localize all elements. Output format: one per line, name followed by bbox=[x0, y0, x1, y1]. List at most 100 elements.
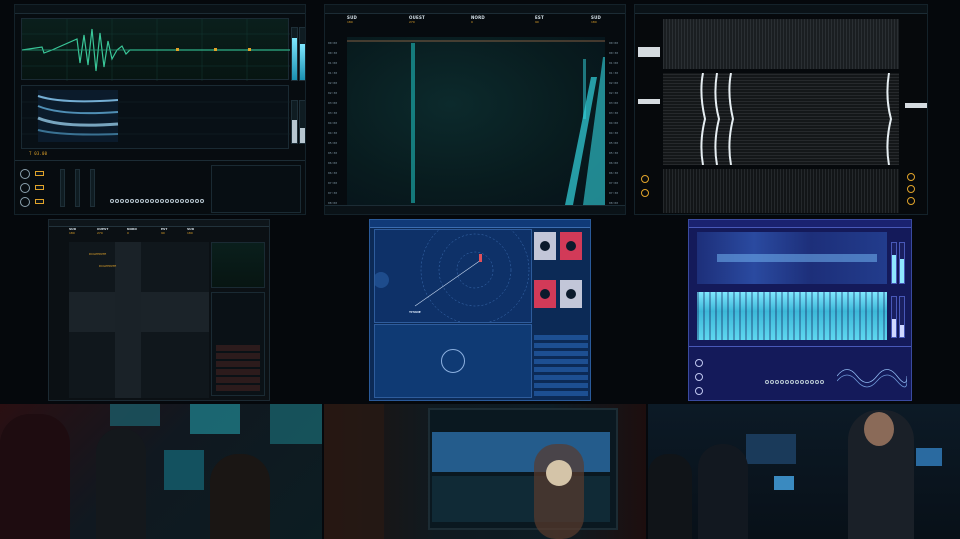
spectrum-controls bbox=[689, 346, 911, 400]
waterfall-display bbox=[347, 37, 605, 205]
time-label: 06:00 bbox=[609, 161, 619, 165]
fader-3[interactable] bbox=[90, 169, 95, 207]
wave-preview bbox=[837, 369, 907, 388]
rotary-knob-2[interactable] bbox=[20, 183, 30, 193]
time-label: 01:30 bbox=[328, 71, 338, 75]
bearing-label-est: EST 90 bbox=[161, 227, 168, 235]
track-tag-1[interactable]: DOLPHINTE bbox=[89, 252, 106, 256]
time-label: 02:30 bbox=[609, 91, 619, 95]
audio-waveform-plot bbox=[22, 19, 290, 81]
time-label: 04:30 bbox=[328, 131, 338, 135]
spectrum-top bbox=[697, 232, 887, 284]
gain-slider-1[interactable] bbox=[891, 296, 897, 338]
bearing-label-ouest: OUEST 270 bbox=[409, 15, 425, 24]
waterfall-screen: SUD 180 OUEST 270 NORD 0 EST 90 SUD 180 00:00… bbox=[324, 4, 626, 215]
top-toolbar bbox=[635, 5, 927, 14]
gain-slider-2[interactable] bbox=[899, 296, 905, 338]
time-label: 05:30 bbox=[609, 151, 619, 155]
scale-label: T 03.00 bbox=[29, 151, 48, 156]
bearing-header: SUD 180 OUEST 270 NORD 0 EST 90 SUD 180 bbox=[347, 15, 603, 31]
rotary-knob-5[interactable] bbox=[641, 189, 649, 197]
bearing-label-nord: NORD 0 bbox=[471, 15, 485, 24]
bearing-label-sud: SUD 180 bbox=[69, 227, 77, 235]
bottom-toolbar bbox=[325, 205, 625, 214]
photo-crew-1 bbox=[0, 404, 322, 539]
status-tile-4[interactable] bbox=[560, 280, 582, 308]
legend-right bbox=[905, 103, 927, 108]
rotary-knob-3[interactable] bbox=[20, 197, 30, 207]
time-label: 01:00 bbox=[609, 61, 619, 65]
time-axis-right: 00:00 00:30 01:00 01:30 02:00 02:30 03:0… bbox=[609, 41, 625, 205]
tactical-screen: TITANE bbox=[369, 219, 591, 401]
target-label: TITANE bbox=[409, 310, 421, 314]
toggle-button-2[interactable] bbox=[35, 185, 44, 190]
noise-panel-middle bbox=[663, 73, 899, 165]
rotary-knob-1[interactable] bbox=[907, 173, 915, 181]
bearing-label-sud: SUD 180 bbox=[347, 15, 358, 24]
bearing-label-est: EST 90 bbox=[535, 15, 544, 24]
spectrogram-plot bbox=[22, 90, 290, 142]
noise-panel-top bbox=[663, 19, 899, 69]
legend-left-2 bbox=[638, 99, 660, 104]
gain-slider-1[interactable] bbox=[291, 100, 298, 144]
bearing-grid: DOLPHINTE DOLPHINTE bbox=[69, 242, 209, 398]
compass-panel bbox=[374, 324, 532, 398]
mini-waveform-panel bbox=[211, 242, 265, 288]
time-label: 01:00 bbox=[328, 61, 338, 65]
rotary-knob-3[interactable] bbox=[695, 387, 703, 395]
time-label: 03:30 bbox=[328, 111, 338, 115]
level-meter-left bbox=[291, 27, 298, 81]
noise-screen bbox=[634, 4, 928, 215]
rotary-knob-4[interactable] bbox=[641, 175, 649, 183]
radar-display: TITANE bbox=[374, 229, 532, 323]
time-label: 04:00 bbox=[328, 121, 338, 125]
level-meter-right bbox=[299, 27, 305, 81]
status-tile-1[interactable] bbox=[534, 232, 556, 260]
waterfall-traces bbox=[347, 40, 605, 205]
gain-slider-2[interactable] bbox=[299, 100, 305, 144]
bearing-label-sud-2: SUD 180 bbox=[187, 227, 195, 235]
toggle-button-1[interactable] bbox=[35, 171, 44, 176]
time-label: 07:00 bbox=[609, 181, 619, 185]
bearing-label-nord: NORD 0 bbox=[127, 227, 137, 235]
time-label: 00:00 bbox=[609, 41, 619, 45]
time-label: 07:00 bbox=[328, 181, 338, 185]
status-tile-3[interactable] bbox=[534, 280, 556, 308]
rotary-knob-1[interactable] bbox=[20, 169, 30, 179]
audio-waveform-panel bbox=[21, 18, 290, 81]
time-label: 06:30 bbox=[328, 171, 338, 175]
time-label: 06:00 bbox=[328, 161, 338, 165]
rotary-knob-2[interactable] bbox=[695, 373, 703, 381]
radar-plot bbox=[375, 230, 530, 322]
top-toolbar bbox=[689, 220, 911, 228]
rotary-knob-2[interactable] bbox=[907, 185, 915, 193]
rotary-knob-1[interactable] bbox=[695, 359, 703, 367]
top-toolbar bbox=[49, 220, 269, 227]
rotary-knob-3[interactable] bbox=[907, 197, 915, 205]
time-label: 05:00 bbox=[609, 141, 619, 145]
fader-2[interactable] bbox=[75, 169, 80, 207]
time-label: 07:30 bbox=[609, 191, 619, 195]
fader-1[interactable] bbox=[60, 169, 65, 207]
top-toolbar bbox=[15, 5, 305, 14]
sonar-screen-1: T 03.00 bbox=[14, 4, 306, 215]
time-label: 02:30 bbox=[328, 91, 338, 95]
time-label: 00:00 bbox=[328, 41, 338, 45]
mini-control-panel bbox=[211, 292, 265, 396]
time-label: 04:30 bbox=[609, 131, 619, 135]
time-label: 07:30 bbox=[328, 191, 338, 195]
filter-dot-row[interactable] bbox=[765, 369, 825, 388]
level-meter-left bbox=[891, 242, 897, 284]
photo-crew-3 bbox=[648, 404, 960, 539]
level-meter-right bbox=[899, 242, 905, 284]
status-tile-2[interactable] bbox=[560, 232, 582, 260]
toggle-button-3[interactable] bbox=[35, 199, 44, 204]
time-label: 00:30 bbox=[609, 51, 619, 55]
time-label: 04:00 bbox=[609, 121, 619, 125]
time-label: 01:30 bbox=[609, 71, 619, 75]
noise-panel-bottom bbox=[663, 169, 899, 213]
time-label: 02:00 bbox=[328, 81, 338, 85]
filter-dot-row[interactable] bbox=[110, 188, 205, 207]
time-label: 05:30 bbox=[328, 151, 338, 155]
track-tag-2[interactable]: DOLPHINTE bbox=[99, 264, 116, 268]
